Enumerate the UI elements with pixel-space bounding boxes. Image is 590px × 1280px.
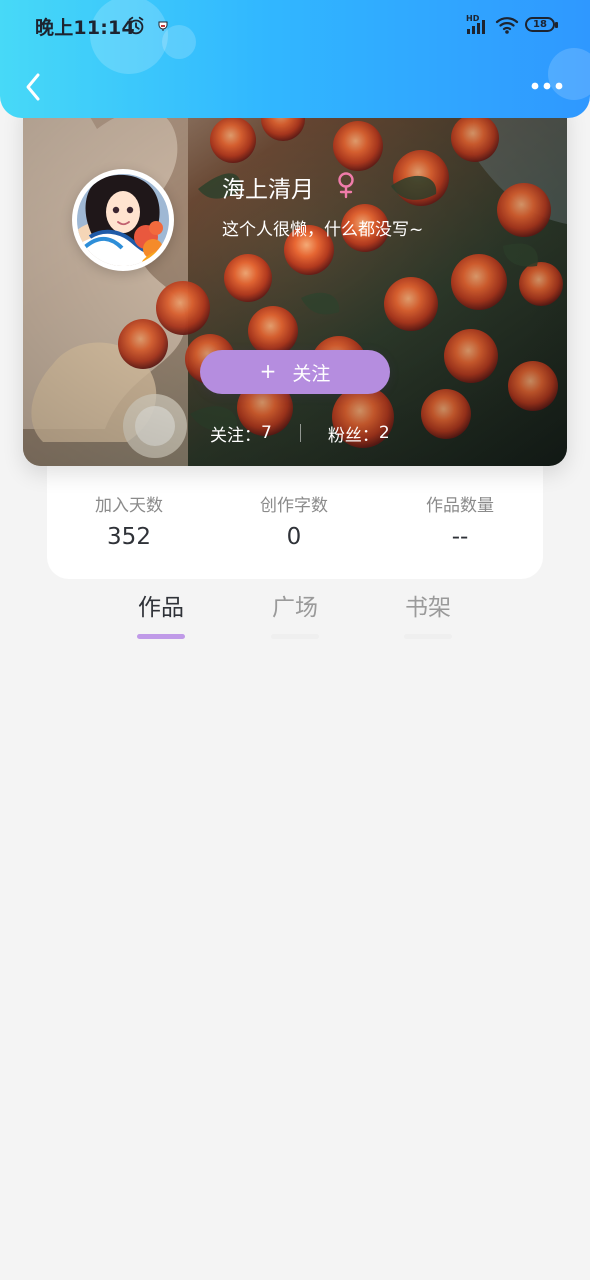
tab-works[interactable]: 作品 xyxy=(126,592,196,639)
tab-indicator xyxy=(271,634,319,639)
decorative-bubble xyxy=(548,48,590,100)
fans-count[interactable]: 粉丝： 2 xyxy=(328,421,390,446)
joined-days-stat: 加入天数 352 xyxy=(69,496,189,552)
stat-label: 加入天数 xyxy=(95,496,163,516)
tab-label: 书架 xyxy=(405,595,451,621)
follow-button-label: 关注 xyxy=(292,362,331,385)
status-time: 晚上11:14 xyxy=(35,17,135,39)
female-icon xyxy=(338,172,354,199)
count-divider xyxy=(299,424,301,442)
tab-indicator xyxy=(404,634,452,639)
tab-label: 广场 xyxy=(272,595,318,621)
stat-label: 作品数量 xyxy=(426,496,494,516)
works-count-stat: 作品数量 -- xyxy=(400,496,520,552)
stat-value: 0 xyxy=(286,524,302,550)
cover-roses-image xyxy=(23,94,567,466)
active-tab-indicator xyxy=(137,634,185,639)
fans-label: 粉丝： xyxy=(327,425,379,446)
more-dots-icon[interactable] xyxy=(530,81,564,91)
stats-card: 加入天数 352 创作字数 0 作品数量 -- xyxy=(47,466,543,579)
following-label: 关注： xyxy=(210,425,261,446)
signal-icon xyxy=(467,20,485,34)
avatar-image xyxy=(73,170,173,270)
status-bar: 晚上11:14 HD 18 xyxy=(0,0,590,50)
battery-icon: 18 xyxy=(525,17,558,32)
stat-value: -- xyxy=(451,524,469,550)
profile-name: 海上清月 xyxy=(222,177,314,203)
plus-icon: + xyxy=(259,359,277,383)
tab-bookshelf[interactable]: 书架 xyxy=(393,592,463,639)
profile-bio: 这个人很懒，什么都没写~ xyxy=(222,220,424,240)
back-chevron-icon[interactable] xyxy=(20,70,46,104)
avatar[interactable] xyxy=(72,169,174,271)
app-notification-icon xyxy=(158,21,168,31)
fans-value: 2 xyxy=(378,423,390,443)
following-count[interactable]: 关注： 7 xyxy=(210,421,272,446)
tab-square[interactable]: 广场 xyxy=(260,592,330,639)
wifi-icon xyxy=(495,17,519,34)
profile-cover: 海上清月 这个人很懒，什么都没写~ + 关注 关注： 7 粉丝： 2 xyxy=(23,94,567,466)
follow-counts: 关注： 7 粉丝： 2 xyxy=(210,421,390,446)
alarm-icon xyxy=(128,16,144,35)
top-header: 晚上11:14 HD 18 xyxy=(0,0,590,118)
stat-value: 352 xyxy=(107,524,151,550)
battery-level: 18 xyxy=(533,19,547,30)
profile-tabs: 作品 广场 书架 xyxy=(0,592,590,644)
tab-label: 作品 xyxy=(138,595,184,621)
profile-page: 晚上11:14 HD 18 海上清月 这个人很懒，什么都没写~ + 关注 关注：… xyxy=(0,0,590,1280)
writing-count-stat: 创作字数 0 xyxy=(234,496,354,552)
follow-button[interactable]: + 关注 xyxy=(200,350,390,394)
following-value: 7 xyxy=(261,423,272,443)
stat-label: 创作字数 xyxy=(260,496,328,516)
